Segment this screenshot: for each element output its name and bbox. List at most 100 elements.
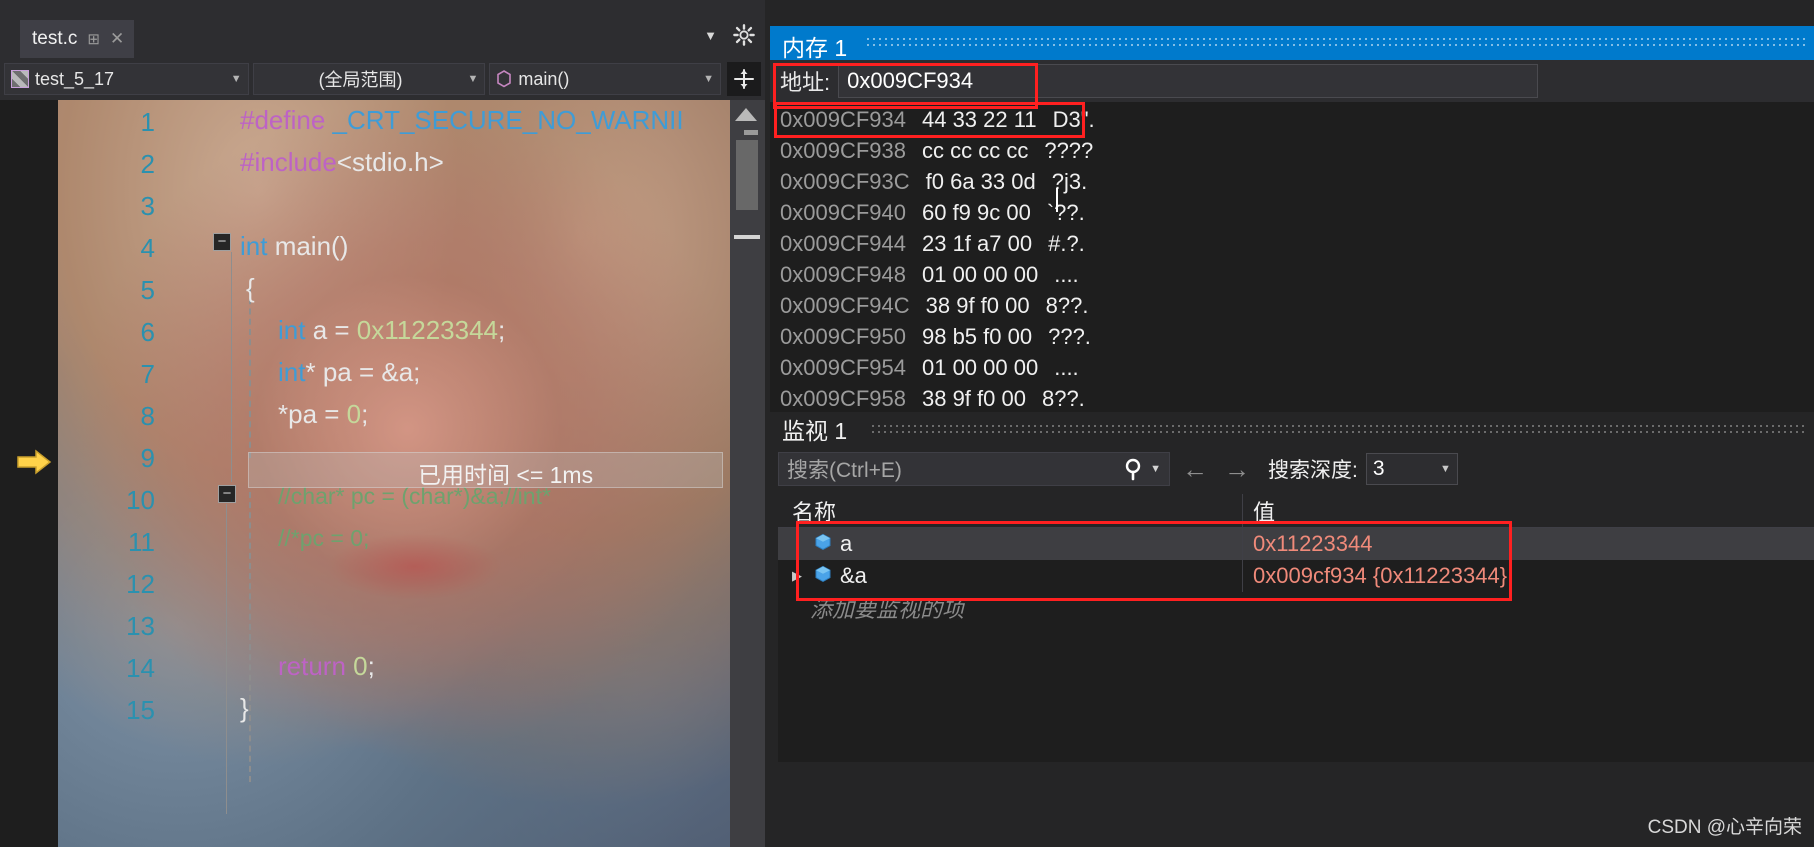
project-dropdown-label: test_5_17 bbox=[35, 68, 115, 89]
memory-row[interactable]: 0x009CF948 01 00 00 00 .... bbox=[770, 259, 1814, 290]
line-number: 6 bbox=[140, 317, 155, 347]
arrow-right-icon[interactable]: → bbox=[1220, 454, 1254, 485]
memory-dump-rows[interactable]: 0x009CF934 44 33 22 11 D3". 0x009CF938 c… bbox=[770, 102, 1814, 416]
memory-row-ascii: 8??. bbox=[1041, 385, 1085, 411]
debug-tool-windows: 内存 1 地址: 0x009CF934 0x009CF934 44 33 22 … bbox=[765, 0, 1814, 847]
variable-cube-icon bbox=[814, 565, 832, 588]
memory-row[interactable]: 0x009CF958 38 9f f0 00 8??. bbox=[770, 383, 1814, 414]
memory-row[interactable]: 0x009CF944 23 1f a7 00 #.?. bbox=[770, 228, 1814, 259]
code-line-4: int main() bbox=[240, 231, 349, 261]
tab-test-c[interactable]: test.c ⊞ ✕ bbox=[20, 20, 135, 58]
code-line-8: *pa = 0; bbox=[278, 399, 369, 429]
watch-window-title: 监视 1 bbox=[782, 418, 848, 444]
memory-row-hex: 44 33 22 11 bbox=[921, 106, 1037, 132]
line-number: 14 bbox=[126, 653, 155, 683]
watch-variable-value[interactable]: 0x009cf934 {0x11223344} bbox=[1243, 563, 1814, 589]
search-input[interactable]: 搜索(Ctrl+E) ▼ bbox=[778, 452, 1170, 486]
watch-name-cell[interactable]: ▶ &a bbox=[778, 560, 1243, 592]
memory-row-hex: f0 6a 33 0d bbox=[925, 168, 1036, 194]
pin-icon[interactable]: ⊞ bbox=[87, 30, 100, 48]
code-structure-guide bbox=[231, 252, 232, 482]
indent-guide bbox=[249, 288, 251, 458]
memory-row-hex: 98 b5 f0 00 bbox=[921, 323, 1033, 349]
project-dropdown[interactable]: test_5_17 ▼ bbox=[4, 63, 249, 95]
line-number: 15 bbox=[126, 695, 155, 725]
scroll-up-arrow-icon[interactable] bbox=[735, 108, 757, 121]
memory-address-input[interactable]: 0x009CF934 bbox=[838, 64, 1539, 98]
memory-address-value: 0x009CF934 bbox=[847, 68, 974, 93]
memory-row[interactable]: 0x009CF940 60 f9 9c 00 `??. bbox=[770, 197, 1814, 228]
search-depth-select[interactable]: 3 ▼ bbox=[1365, 453, 1458, 485]
scope-dropdown[interactable]: (全局范围) ▼ bbox=[252, 63, 486, 95]
memory-row-address: 0x009CF938 bbox=[780, 137, 906, 163]
memory-window: 内存 1 地址: 0x009CF934 0x009CF934 44 33 22 … bbox=[770, 26, 1814, 416]
search-placeholder: 搜索(Ctrl+E) bbox=[787, 459, 902, 482]
memory-row-hex: 60 f9 9c 00 bbox=[921, 199, 1031, 225]
chevron-down-icon: ▼ bbox=[703, 73, 715, 85]
editor-tab-strip: test.c ⊞ ✕ ▼ bbox=[0, 20, 765, 58]
line-number: 8 bbox=[140, 401, 155, 431]
memory-row[interactable]: 0x009CF950 98 b5 f0 00 ???. bbox=[770, 321, 1814, 352]
editor-vertical-scrollbar[interactable] bbox=[730, 100, 765, 847]
collapse-region-main[interactable]: − bbox=[213, 233, 231, 251]
watermark: CSDN @心辛向荣 bbox=[1647, 817, 1802, 838]
split-window-icon[interactable] bbox=[727, 62, 761, 96]
chevron-down-icon[interactable]: ▼ bbox=[704, 28, 717, 43]
chevron-down-icon: ▼ bbox=[1439, 463, 1451, 475]
gear-icon[interactable] bbox=[733, 24, 755, 46]
watch-variable-name: &a bbox=[840, 563, 867, 588]
line-number-column: 1 2 3 4 5 6 7 8 9 10 11 12 13 14 15 bbox=[0, 100, 175, 847]
memory-row-ascii: D3". bbox=[1052, 106, 1095, 132]
scrollbar-thumb[interactable] bbox=[736, 140, 758, 210]
memory-row-ascii: .... bbox=[1054, 261, 1079, 287]
memory-row-hex: 01 00 00 00 bbox=[921, 354, 1039, 380]
watch-variable-name: a bbox=[840, 531, 853, 556]
memory-row[interactable]: 0x009CF93C f0 6a 33 0d ?j3. bbox=[770, 166, 1814, 197]
table-row[interactable]: ▶ &a 0x009cf934 {0x11223344} bbox=[778, 560, 1814, 592]
memory-row-address: 0x009CF940 bbox=[780, 199, 906, 225]
code-line-6: int a = 0x11223344; bbox=[278, 315, 506, 345]
arrow-left-icon[interactable]: ← bbox=[1178, 454, 1212, 485]
watch-variable-value[interactable]: 0x11223344 bbox=[1243, 531, 1814, 557]
code-line-14: return 0; bbox=[278, 651, 375, 681]
memory-window-title: 内存 1 bbox=[782, 35, 848, 61]
column-header-name[interactable]: 名称 bbox=[778, 494, 1243, 527]
memory-row[interactable]: 0x009CF938 cc cc cc cc ???? bbox=[770, 135, 1814, 166]
code-structure-guide bbox=[226, 504, 227, 814]
memory-row[interactable]: 0x009CF954 01 00 00 00 .... bbox=[770, 352, 1814, 383]
collapse-region-comment[interactable]: − bbox=[218, 485, 236, 503]
line-number: 4 bbox=[140, 233, 155, 263]
watch-name-cell[interactable]: a bbox=[778, 528, 1243, 560]
line-number: 3 bbox=[140, 191, 155, 221]
code-line-1: #define _CRT_SECURE_NO_WARNII bbox=[240, 105, 684, 135]
add-watch-item-row[interactable]: 添加要监视的项 bbox=[778, 592, 1814, 624]
line-number: 11 bbox=[128, 527, 155, 557]
watch-toolbar: 搜索(Ctrl+E) ▼ ← → 搜索深度: 3 ▼ bbox=[770, 448, 1814, 490]
memory-row[interactable]: 0x009CF94C 38 9f f0 00 8??. bbox=[770, 290, 1814, 321]
search-options-chevron-icon[interactable]: ▼ bbox=[1148, 463, 1169, 475]
memory-row-ascii: #.?. bbox=[1048, 230, 1085, 256]
window-drag-grip[interactable] bbox=[865, 36, 1806, 50]
memory-row-hex: 38 9f f0 00 bbox=[921, 385, 1026, 411]
memory-row[interactable]: 0x009CF934 44 33 22 11 D3". bbox=[770, 104, 1814, 135]
watch-window-header[interactable]: 监视 1 bbox=[770, 412, 1814, 446]
watch-table[interactable]: 名称 值 a 0x11223344 ▶ &a 0x009cf934 {0x112… bbox=[778, 494, 1814, 762]
memory-row-ascii: ???. bbox=[1048, 323, 1091, 349]
line-number: 12 bbox=[126, 569, 155, 599]
column-header-value[interactable]: 值 bbox=[1243, 494, 1814, 527]
project-icon bbox=[11, 70, 29, 88]
window-drag-grip[interactable] bbox=[870, 423, 1806, 437]
memory-row-ascii: .... bbox=[1054, 354, 1079, 380]
expander-icon[interactable]: ▶ bbox=[792, 568, 806, 584]
magnifier-icon[interactable] bbox=[1122, 456, 1148, 482]
table-row[interactable]: a 0x11223344 bbox=[778, 528, 1814, 560]
method-cube-icon bbox=[496, 70, 512, 88]
close-icon[interactable]: ✕ bbox=[110, 29, 124, 49]
memory-row-address: 0x009CF93C bbox=[780, 168, 910, 194]
memory-row-address: 0x009CF94C bbox=[780, 292, 910, 318]
code-editor[interactable]: 1 2 3 4 5 6 7 8 9 10 11 12 13 14 15 − − bbox=[0, 100, 765, 847]
scope-dropdown-label: (全局范围) bbox=[318, 70, 403, 90]
memory-window-header[interactable]: 内存 1 bbox=[770, 26, 1814, 61]
function-dropdown[interactable]: main() ▼ bbox=[489, 63, 722, 95]
memory-row-address: 0x009CF954 bbox=[780, 354, 906, 380]
